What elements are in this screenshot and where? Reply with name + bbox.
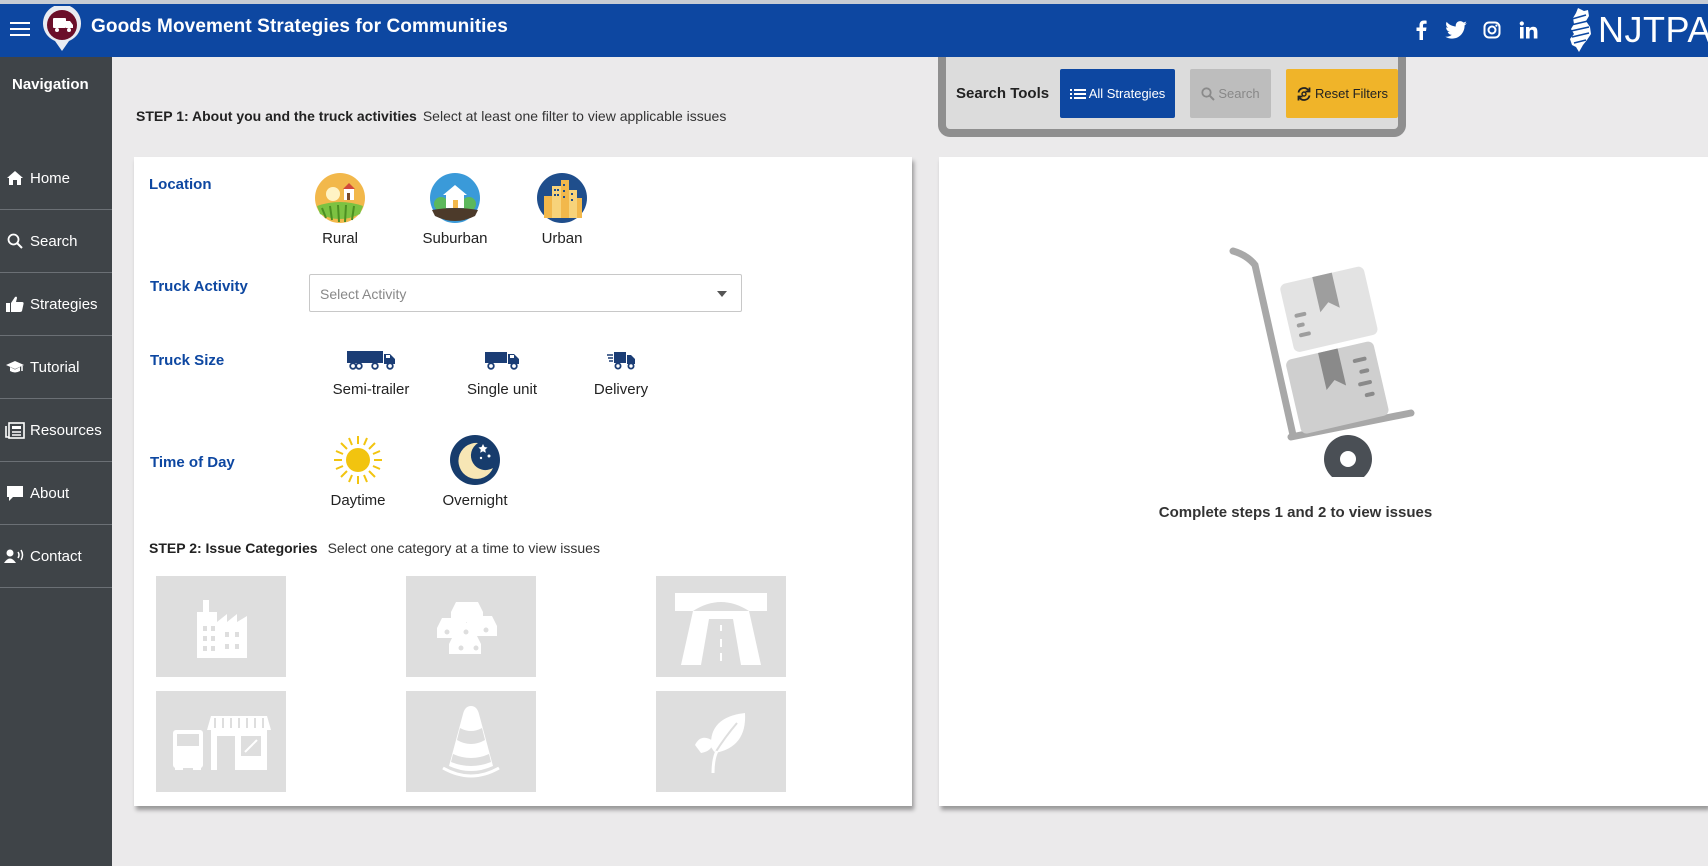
category-delivery-storefront-button[interactable] xyxy=(156,691,286,792)
sidebar-item-about[interactable]: About xyxy=(0,462,112,525)
sidebar-item-strategies[interactable]: Strategies xyxy=(0,273,112,336)
all-strategies-label: All Strategies xyxy=(1088,86,1166,101)
industrial-building-icon xyxy=(197,599,247,658)
step1-title: STEP 1: About you and the truck activiti… xyxy=(136,108,417,124)
sidebar-item-label: Contact xyxy=(30,547,82,565)
location-rural-option[interactable]: Rural xyxy=(309,172,371,247)
category-traffic-button[interactable] xyxy=(406,576,536,677)
time-daytime-option[interactable]: Daytime xyxy=(322,434,394,509)
category-construction-button[interactable] xyxy=(406,691,536,792)
sidebar-item-search[interactable]: Search xyxy=(0,210,112,273)
roadway-icon xyxy=(675,592,767,665)
instagram-icon[interactable] xyxy=(1481,18,1503,42)
linkedin-icon[interactable] xyxy=(1516,18,1540,42)
traffic-congestion-icon xyxy=(437,601,497,654)
newspaper-icon xyxy=(4,421,26,439)
reset-filters-label: Reset Filters xyxy=(1315,86,1388,101)
empty-state-message: Complete steps 1 and 2 to view issues xyxy=(939,504,1708,521)
sidebar-item-label: Home xyxy=(30,169,71,187)
truck-activity-placeholder: Select Activity xyxy=(320,286,407,302)
delivery-storefront-icon xyxy=(173,715,271,770)
semi-trailer-truck-icon xyxy=(347,351,395,370)
njtpa-logo[interactable]: NJTPA xyxy=(1566,6,1708,54)
menu-icon[interactable] xyxy=(10,22,30,38)
contact-icon xyxy=(4,547,26,565)
step1-hint: Select at least one filter to view appli… xyxy=(422,108,727,124)
brand-text: NJTPA xyxy=(1598,9,1708,50)
single-unit-label: Single unit xyxy=(466,381,538,398)
delivery-label: Delivery xyxy=(593,381,649,398)
location-urban-option[interactable]: Urban xyxy=(531,172,593,247)
facebook-icon[interactable] xyxy=(1412,18,1430,42)
moon-icon xyxy=(450,435,500,485)
time-of-day-label: Time of Day xyxy=(150,454,235,471)
sun-icon xyxy=(334,436,382,484)
sidebar-item-label: About xyxy=(30,484,70,502)
urban-label: Urban xyxy=(541,230,583,247)
location-label: Location xyxy=(149,176,212,193)
category-industrial-button[interactable] xyxy=(156,576,286,677)
reset-filters-button[interactable]: Reset Filters xyxy=(1286,69,1398,118)
suburban-label: Suburban xyxy=(422,230,488,247)
step2-hint: Select one category at a time to view is… xyxy=(327,540,600,556)
traffic-cone-icon xyxy=(442,705,500,777)
step2-heading: STEP 2: Issue Categories Select one categ… xyxy=(149,540,600,556)
sidebar-item-resources[interactable]: Resources xyxy=(0,399,112,462)
step1-heading: STEP 1: About you and the truck activiti… xyxy=(136,108,726,124)
list-icon xyxy=(1069,88,1086,100)
sidebar-item-label: Resources xyxy=(30,421,102,439)
truck-activity-select[interactable]: Select Activity xyxy=(309,274,742,312)
app-header: Goods Movement Strategies for Communitie… xyxy=(0,4,1708,57)
search-button-label: Search xyxy=(1218,86,1260,101)
suburban-icon xyxy=(430,173,480,223)
truck-size-delivery-option[interactable]: Delivery xyxy=(586,347,656,398)
sidebar: Navigation Home Search Strategies Tutorial R… xyxy=(0,57,112,866)
sidebar-item-tutorial[interactable]: Tutorial xyxy=(0,336,112,399)
category-environment-button[interactable] xyxy=(656,691,786,792)
sidebar-item-home[interactable]: Home xyxy=(0,147,112,210)
search-icon xyxy=(4,232,26,250)
search-tools-panel: Search Tools All Strategies Search Reset… xyxy=(938,57,1406,137)
leaf-icon xyxy=(695,712,746,773)
search-button[interactable]: Search xyxy=(1190,69,1271,118)
truck-size-label: Truck Size xyxy=(150,352,225,369)
filter-panel: Location Rural Suburban Urban Truck Acti… xyxy=(134,157,912,806)
sidebar-item-label: Tutorial xyxy=(30,358,80,376)
urban-icon xyxy=(537,173,587,223)
app-title[interactable]: Goods Movement Strategies for Communitie… xyxy=(91,16,508,38)
truck-size-single-unit-option[interactable]: Single unit xyxy=(462,347,542,398)
truck-size-semi-trailer-option[interactable]: Semi-trailer xyxy=(326,347,416,398)
step2-title: STEP 2: Issue Categories xyxy=(149,540,318,556)
all-strategies-button[interactable]: All Strategies xyxy=(1060,69,1175,118)
location-suburban-option[interactable]: Suburban xyxy=(419,172,491,247)
new-jersey-state-icon xyxy=(1570,8,1591,52)
search-icon xyxy=(1201,86,1216,101)
comment-icon xyxy=(4,484,26,502)
home-icon xyxy=(4,169,26,187)
single-unit-truck-icon xyxy=(485,352,519,370)
chevron-down-icon xyxy=(717,291,727,297)
overnight-label: Overnight xyxy=(442,492,508,509)
semi-trailer-label: Semi-trailer xyxy=(332,381,410,398)
delivery-truck-icon xyxy=(607,352,635,370)
thumbs-up-icon xyxy=(4,295,26,313)
rural-label: Rural xyxy=(322,230,358,247)
sidebar-item-label: Strategies xyxy=(30,295,98,313)
results-panel: Complete steps 1 and 2 to view issues xyxy=(939,157,1708,806)
graduation-cap-icon xyxy=(4,358,26,376)
time-overnight-option[interactable]: Overnight xyxy=(439,434,511,509)
twitter-icon[interactable] xyxy=(1444,18,1468,42)
truck-activity-label: Truck Activity xyxy=(150,278,248,295)
daytime-label: Daytime xyxy=(330,492,386,509)
hand-truck-boxes-icon xyxy=(1229,247,1415,477)
app-logo[interactable] xyxy=(42,4,82,52)
sidebar-title: Navigation xyxy=(12,76,89,93)
rural-icon xyxy=(315,173,365,223)
sidebar-item-contact[interactable]: Contact xyxy=(0,525,112,588)
search-tools-label: Search Tools xyxy=(956,85,1050,102)
empty-state-text: Complete steps 1 and 2 to view issues xyxy=(1158,504,1433,521)
sidebar-item-label: Search xyxy=(30,232,78,250)
refresh-search-icon xyxy=(1296,86,1312,102)
category-roadway-button[interactable] xyxy=(656,576,786,677)
